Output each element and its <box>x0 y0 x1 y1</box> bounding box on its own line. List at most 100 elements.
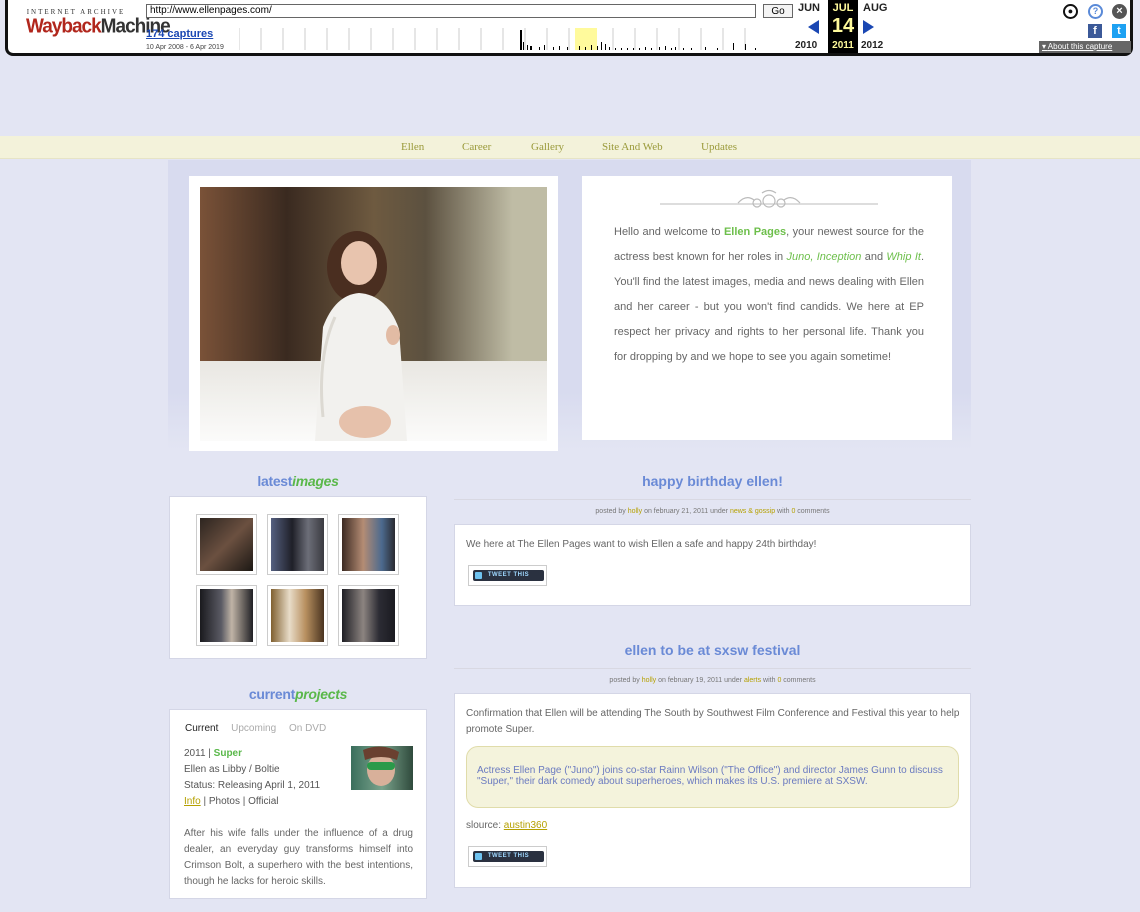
project-poster[interactable] <box>351 746 413 790</box>
nav-item-ellen[interactable]: Ellen <box>401 141 424 153</box>
project-details: 2011 | Super Ellen as Libby / Boltie Sta… <box>184 746 320 810</box>
current-day: 14 <box>831 15 855 37</box>
tab-on-dvd[interactable]: On DVD <box>289 723 326 734</box>
latest-images-box <box>169 496 427 659</box>
wayback-toolbar-panel: INTERNET ARCHIVE WaybackMachine http://w… <box>5 0 1133 56</box>
tweet-this-label: TWEET THIS <box>473 570 544 581</box>
post-body-box: We here at The Ellen Pages want to wish … <box>454 524 971 606</box>
welcome-text: Hello and welcome to Ellen Pages, your n… <box>614 220 924 370</box>
post-title[interactable]: happy birthday ellen! <box>454 473 971 489</box>
meta-d: comments <box>781 677 816 684</box>
welcome-movie-juno: Juno <box>786 251 811 263</box>
twitter-icon[interactable]: t <box>1112 24 1126 38</box>
post-quote: Actress Ellen Page ("Juno") joins co-sta… <box>466 746 959 808</box>
about-capture-button[interactable]: ▾ About this capture <box>1039 41 1131 53</box>
meta-d: comments <box>795 508 830 515</box>
tweet-this-button[interactable]: TWEET THIS <box>468 565 547 586</box>
project-status: Status: Releasing April 1, 2011 <box>184 780 321 791</box>
post-category-link[interactable]: news & gossip <box>730 508 775 515</box>
latest-images-heading: latestimages <box>169 473 427 489</box>
project-info-link[interactable]: Info <box>184 796 201 807</box>
gallery-thumb[interactable] <box>196 585 257 646</box>
images-label: images <box>292 473 339 489</box>
header-panel: Hello and welcome to Ellen Pages, your n… <box>168 160 971 451</box>
nav-item-site-and-web[interactable]: Site And Web <box>602 141 663 153</box>
nav-site-label: Site And Web <box>602 141 663 153</box>
meta-c: with <box>761 677 778 684</box>
facebook-icon[interactable]: f <box>1088 24 1102 38</box>
wayback-logo[interactable]: INTERNET ARCHIVE WaybackMachine <box>26 8 171 38</box>
welcome-t3: and <box>861 251 887 263</box>
ornament-divider <box>660 189 878 208</box>
go-button[interactable]: Go <box>763 4 793 18</box>
current-projects-heading: currentprojects <box>169 686 427 702</box>
current-label: current <box>248 686 296 702</box>
post-meta: posted by holly on february 19, 2011 und… <box>454 677 971 684</box>
post-author-link[interactable]: holly <box>628 508 642 515</box>
post-category-link[interactable]: alerts <box>744 677 761 684</box>
user-icon[interactable]: ● <box>1063 4 1078 19</box>
capture-sparkline[interactable] <box>239 28 769 50</box>
projects-label: projects <box>295 686 348 702</box>
meta-a: posted by <box>609 677 642 684</box>
nav-item-updates[interactable]: Updates <box>701 141 737 153</box>
nav-gallery-label: Gallery <box>531 141 564 153</box>
thumb-image <box>200 589 253 642</box>
capture-range: 10 Apr 2008 - 6 Apr 2019 <box>146 44 224 51</box>
next-capture-icon[interactable] <box>863 20 874 34</box>
current-year: 2011 <box>832 40 854 51</box>
latest-label: latest <box>257 473 293 489</box>
thumb-image <box>271 589 324 642</box>
captures-link[interactable]: 174 captures <box>146 28 213 40</box>
source-link[interactable]: austin360 <box>504 820 547 831</box>
next-month[interactable]: AUG <box>863 2 887 14</box>
post-meta: posted by holly on february 21, 2011 und… <box>454 508 971 515</box>
post-body-box: Confirmation that Ellen will be attendin… <box>454 693 971 888</box>
meta-a: posted by <box>595 508 628 515</box>
tweet-this-button[interactable]: TWEET THIS <box>468 846 547 867</box>
project-title: Super <box>213 748 243 759</box>
prev-capture-icon[interactable] <box>808 20 819 34</box>
gallery-thumb[interactable] <box>338 514 399 575</box>
thumb-image <box>200 518 253 571</box>
quote-text: Actress Ellen Page ("Juno") joins co-sta… <box>477 765 943 787</box>
project-links: Info | Photos | Official <box>184 794 320 810</box>
welcome-box: Hello and welcome to Ellen Pages, your n… <box>582 176 952 440</box>
header-photo <box>200 187 547 441</box>
post-author-link[interactable]: holly <box>642 677 656 684</box>
logo-wayback: Wayback <box>26 15 102 38</box>
tweet-this-label: TWEET THIS <box>473 851 544 862</box>
post-body: Confirmation that Ellen will be attendin… <box>466 708 960 735</box>
welcome-t1: Hello and welcome to <box>614 226 724 238</box>
project-description: After his wife falls under the influence… <box>184 828 413 887</box>
thumb-image <box>342 589 395 642</box>
gallery-thumb[interactable] <box>267 514 328 575</box>
wayback-toolbar: INTERNET ARCHIVE WaybackMachine http://w… <box>0 0 1140 80</box>
current-month: JUL <box>832 2 854 14</box>
post-title[interactable]: ellen to be at sxsw festival <box>454 642 971 658</box>
close-icon[interactable]: × <box>1112 4 1127 19</box>
post-divider <box>454 668 971 669</box>
prev-month[interactable]: JUN <box>798 2 820 14</box>
next-year[interactable]: 2012 <box>861 40 883 51</box>
header-photo-frame <box>189 176 558 451</box>
nav-item-career[interactable]: Career <box>462 141 491 153</box>
current-projects-box: Current Upcoming On DVD 2011 | Super Ell… <box>169 709 427 899</box>
source-label: slource: <box>466 820 504 831</box>
project-role: Ellen as Libby / Boltie <box>184 764 280 775</box>
prev-year[interactable]: 2010 <box>795 40 817 51</box>
welcome-movie-inception: Inception <box>816 251 862 263</box>
project-year: 2011 | <box>184 748 214 759</box>
gallery-thumb[interactable] <box>196 514 257 575</box>
nav-item-gallery[interactable]: Gallery <box>531 141 564 153</box>
tab-current[interactable]: Current <box>185 723 218 734</box>
gallery-thumb[interactable] <box>338 585 399 646</box>
logo-wayback-machine: WaybackMachine <box>26 15 171 38</box>
meta-b: on february 21, 2011 under <box>642 508 730 515</box>
about-capture-label: About this capture <box>1047 42 1113 51</box>
post-divider <box>454 499 971 500</box>
url-input[interactable]: http://www.ellenpages.com/ <box>146 4 756 18</box>
gallery-thumb[interactable] <box>267 585 328 646</box>
help-icon[interactable]: ? <box>1088 4 1103 19</box>
tab-upcoming[interactable]: Upcoming <box>231 723 276 734</box>
